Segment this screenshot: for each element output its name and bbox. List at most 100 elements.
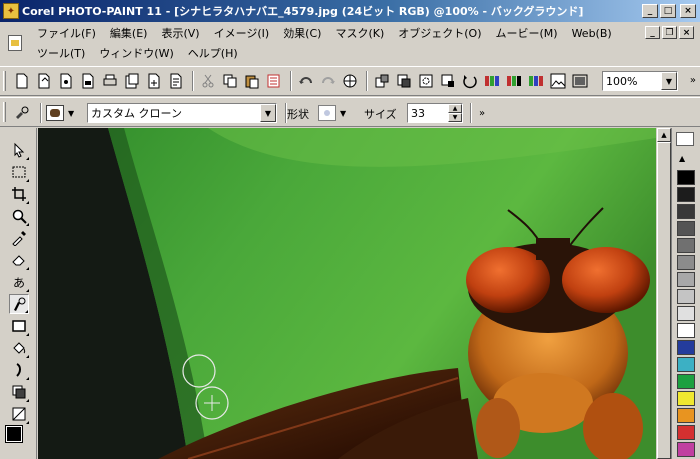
zoom-level-dropdown[interactable]: 100% ▼ bbox=[602, 71, 678, 91]
palette-swatch[interactable] bbox=[677, 306, 695, 321]
palette-swatch[interactable] bbox=[677, 204, 695, 219]
more-options-button[interactable]: » bbox=[474, 104, 490, 122]
toolbar-grip[interactable] bbox=[3, 71, 6, 91]
image-icon[interactable] bbox=[548, 71, 568, 91]
paste-icon[interactable] bbox=[242, 71, 262, 91]
scroll-up-icon[interactable]: ▲ bbox=[657, 128, 671, 142]
object-icon[interactable] bbox=[372, 71, 392, 91]
open-icon[interactable] bbox=[56, 71, 76, 91]
close-button[interactable]: × bbox=[680, 4, 696, 18]
eraser-tool-icon[interactable] bbox=[9, 250, 29, 270]
palette-swatch[interactable] bbox=[677, 408, 695, 423]
menu-movie[interactable]: ムービー(M) bbox=[489, 25, 565, 43]
fill-tool-icon[interactable] bbox=[9, 338, 29, 358]
palette-swatch[interactable] bbox=[677, 357, 695, 372]
split-channels-icon[interactable] bbox=[526, 71, 546, 91]
app-icon[interactable]: ✦ bbox=[3, 3, 19, 19]
palette-swatch[interactable] bbox=[677, 289, 695, 304]
palette-swatch[interactable] bbox=[677, 238, 695, 253]
print-icon[interactable] bbox=[100, 71, 120, 91]
palette-swatch[interactable] bbox=[677, 272, 695, 287]
menu-help[interactable]: ヘルプ(H) bbox=[181, 45, 245, 63]
image-sprayer-tool-icon[interactable] bbox=[9, 404, 29, 424]
palette-swatch[interactable] bbox=[677, 374, 695, 389]
palette-swatch[interactable] bbox=[677, 391, 695, 406]
new-from-clipboard-icon[interactable] bbox=[34, 71, 54, 91]
foreground-color-swatch[interactable] bbox=[5, 425, 23, 443]
palette-swatch[interactable] bbox=[677, 425, 695, 440]
scrollbar-thumb[interactable] bbox=[657, 142, 671, 459]
chevron-down-icon[interactable]: ▼ bbox=[340, 109, 346, 118]
vertical-scrollbar[interactable]: ▲ bbox=[656, 128, 671, 459]
menu-web[interactable]: Web(B) bbox=[565, 25, 619, 43]
doc-restore-button[interactable]: ❐ bbox=[662, 26, 677, 39]
palette-swatch[interactable] bbox=[677, 221, 695, 236]
channels-icon[interactable] bbox=[504, 71, 524, 91]
palette-swatch[interactable] bbox=[677, 170, 695, 185]
rectangle-mask-tool-icon[interactable] bbox=[9, 162, 29, 182]
rotate-icon[interactable] bbox=[460, 71, 480, 91]
mask-marquee-icon[interactable] bbox=[416, 71, 436, 91]
nib-shape-picker[interactable]: ▼ bbox=[318, 103, 354, 123]
rectangle-tool-icon[interactable] bbox=[9, 316, 29, 336]
toolbar-overflow-icon[interactable]: » bbox=[690, 75, 696, 86]
palette-swatch[interactable] bbox=[677, 187, 695, 202]
brush-preset-dropdown[interactable]: カスタム クローン ▼ bbox=[87, 103, 277, 123]
maximize-button[interactable]: □ bbox=[660, 4, 676, 18]
menu-object[interactable]: オブジェクト(O) bbox=[391, 25, 488, 43]
web-publish-icon[interactable] bbox=[340, 71, 360, 91]
menu-image[interactable]: イメージ(I) bbox=[207, 25, 277, 43]
menu-view[interactable]: 表示(V) bbox=[154, 25, 206, 43]
cut-icon[interactable] bbox=[198, 71, 218, 91]
palette-swatch[interactable] bbox=[677, 323, 695, 338]
mask-overlay-icon[interactable] bbox=[438, 71, 458, 91]
export-icon[interactable] bbox=[144, 71, 164, 91]
clone-settings-icon[interactable] bbox=[12, 103, 32, 123]
save-icon[interactable] bbox=[78, 71, 98, 91]
zoom-fit-icon[interactable] bbox=[570, 71, 590, 91]
property-bar-grip[interactable] bbox=[3, 102, 6, 122]
menu-file[interactable]: ファイル(F) bbox=[30, 25, 103, 43]
menu-edit[interactable]: 編集(E) bbox=[103, 25, 155, 43]
eyedropper-tool-icon[interactable] bbox=[9, 228, 29, 248]
scan-icon[interactable] bbox=[166, 71, 186, 91]
size-decrease-button[interactable]: ▼ bbox=[448, 113, 462, 122]
size-stepper[interactable]: ▲ ▼ bbox=[448, 104, 462, 122]
clone-tool-icon[interactable] bbox=[9, 294, 29, 314]
menu-mask[interactable]: マスク(K) bbox=[328, 25, 391, 43]
copy-icon[interactable] bbox=[220, 71, 240, 91]
size-increase-button[interactable]: ▲ bbox=[448, 104, 462, 113]
menu-tools[interactable]: ツール(T) bbox=[30, 45, 92, 63]
import-icon[interactable] bbox=[122, 71, 142, 91]
menu-effects[interactable]: 効果(C) bbox=[276, 25, 328, 43]
chevron-down-icon[interactable]: ▼ bbox=[260, 104, 276, 122]
redo-icon[interactable] bbox=[318, 71, 338, 91]
object-transparency-tool-icon[interactable] bbox=[9, 382, 29, 402]
chevron-down-icon[interactable]: ▼ bbox=[661, 72, 677, 90]
mask-icon[interactable] bbox=[394, 71, 414, 91]
flip-icon[interactable] bbox=[482, 71, 502, 91]
red-eye-tool-icon[interactable]: あ bbox=[9, 272, 29, 292]
menu-window[interactable]: ウィンドウ(W) bbox=[92, 45, 180, 63]
color-selector[interactable] bbox=[5, 425, 34, 454]
pick-tool-icon[interactable] bbox=[9, 140, 29, 160]
zoom-tool-icon[interactable] bbox=[9, 206, 29, 226]
doc-minimize-button[interactable]: _ bbox=[645, 26, 660, 39]
palette-scroll-up-icon[interactable]: ▲ bbox=[679, 154, 685, 163]
brush-type-picker[interactable]: ▼ bbox=[46, 103, 80, 123]
palette-swatch[interactable] bbox=[677, 255, 695, 270]
palette-swatch[interactable] bbox=[677, 340, 695, 355]
brush-tool-icon[interactable] bbox=[9, 360, 29, 380]
palette-swatch[interactable] bbox=[677, 442, 695, 457]
doc-close-button[interactable]: × bbox=[679, 26, 694, 39]
image-canvas[interactable] bbox=[38, 128, 656, 459]
palette-options-icon[interactable] bbox=[676, 132, 694, 146]
chevron-down-icon[interactable]: ▼ bbox=[68, 109, 74, 118]
new-document-icon[interactable] bbox=[12, 71, 32, 91]
size-input[interactable]: 33 ▲ ▼ bbox=[407, 103, 463, 123]
paste-new-icon[interactable] bbox=[264, 71, 284, 91]
document-icon[interactable] bbox=[8, 35, 22, 51]
crop-tool-icon[interactable] bbox=[9, 184, 29, 204]
minimize-button[interactable]: _ bbox=[642, 4, 658, 18]
undo-icon[interactable] bbox=[296, 71, 316, 91]
